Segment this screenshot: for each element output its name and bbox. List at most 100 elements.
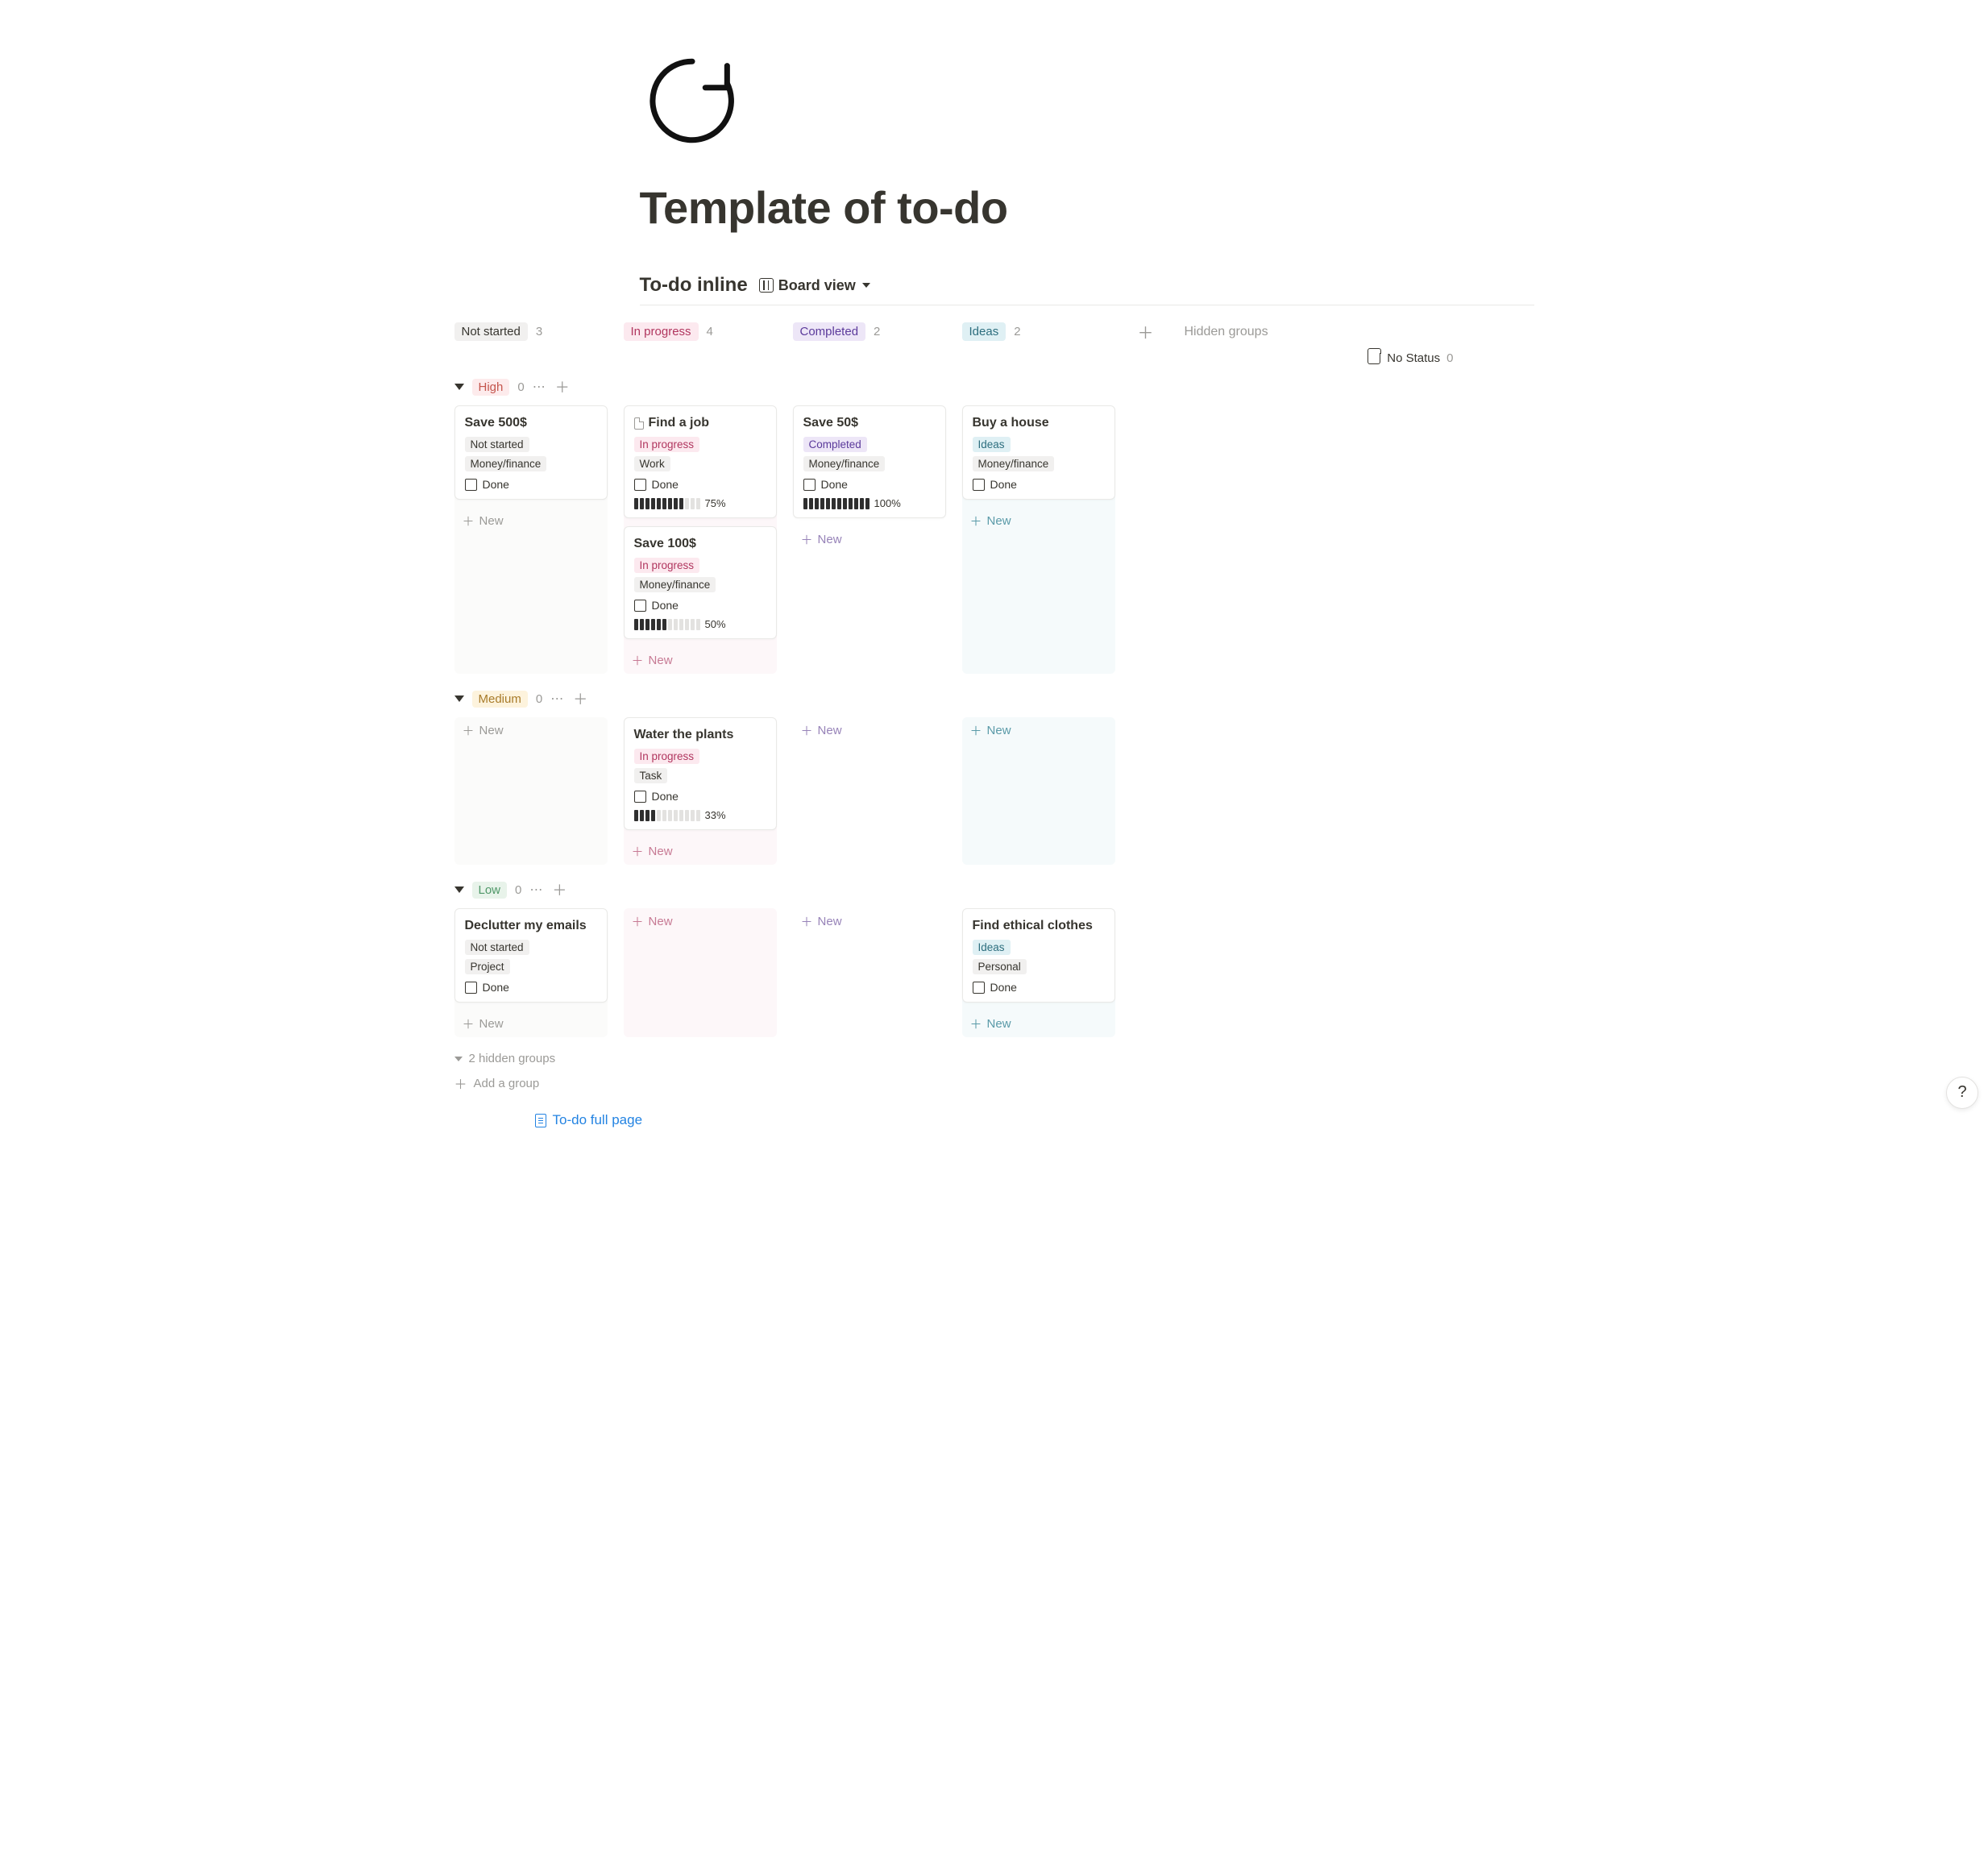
done-checkbox[interactable]: [973, 479, 985, 491]
group-collapse-toggle[interactable]: [454, 695, 464, 702]
new-card-button[interactable]: ＋New: [962, 717, 1115, 744]
new-card-button[interactable]: ＋New: [454, 508, 608, 534]
help-button[interactable]: ?: [1946, 1077, 1978, 1109]
column-pill: In progress: [624, 322, 699, 341]
plus-icon: ＋: [801, 913, 813, 930]
board-card[interactable]: Save 50$CompletedMoney/financeDone100%: [793, 405, 946, 518]
no-status-group[interactable]: No Status 0: [1368, 351, 1485, 365]
progress-bar-segment: [691, 619, 695, 630]
group-name-pill[interactable]: Low: [472, 882, 508, 899]
hidden-groups-header[interactable]: Hidden groups: [1185, 325, 1268, 339]
card-title: Buy a house: [973, 416, 1049, 430]
column-header[interactable]: In progress4: [624, 322, 777, 341]
new-card-button[interactable]: ＋New: [793, 908, 946, 935]
group-add-button[interactable]: ＋: [573, 688, 587, 709]
group-name-pill[interactable]: High: [472, 379, 510, 396]
plus-icon: ＋: [632, 843, 644, 860]
group-name-pill[interactable]: Medium: [472, 691, 528, 708]
database-title[interactable]: To-do inline: [640, 274, 748, 297]
column-header[interactable]: Ideas2: [962, 322, 1115, 341]
board-card[interactable]: Declutter my emailsNot startedProjectDon…: [454, 908, 608, 1003]
group-menu-button[interactable]: ⋯: [529, 882, 544, 898]
new-card-button[interactable]: ＋New: [624, 647, 777, 674]
hidden-groups-text: 2 hidden groups: [469, 1052, 556, 1065]
group-menu-button[interactable]: ⋯: [550, 691, 565, 707]
progress-bar-segment: [674, 498, 678, 509]
new-card-button[interactable]: ＋New: [454, 717, 608, 744]
progress-bar-segment: [645, 619, 650, 630]
hidden-groups-toggle[interactable]: 2 hidden groups: [454, 1052, 1534, 1065]
add-column-button[interactable]: ＋: [1131, 320, 1160, 343]
progress-bar-segment: [657, 619, 661, 630]
board-card[interactable]: Save 100$In progressMoney/financeDone50%: [624, 526, 777, 639]
done-checkbox[interactable]: [634, 791, 646, 803]
column-header[interactable]: Completed2: [793, 322, 946, 341]
column-header[interactable]: Not started3: [454, 322, 608, 341]
category-tag: Money/finance: [634, 577, 716, 592]
done-label: Done: [990, 981, 1017, 994]
new-card-button[interactable]: ＋New: [624, 908, 777, 935]
no-status-label: No Status: [1387, 351, 1440, 365]
new-card-button[interactable]: ＋ New: [624, 838, 777, 865]
plus-icon: ＋: [970, 1015, 982, 1032]
board-lane: ＋New: [793, 908, 946, 1037]
progress-bars: [634, 498, 700, 509]
done-checkbox[interactable]: [973, 982, 985, 994]
group-collapse-toggle[interactable]: [454, 886, 464, 893]
progress-bars: [634, 619, 700, 630]
new-label: New: [818, 724, 842, 737]
plus-icon: ＋: [463, 513, 475, 529]
new-card-button[interactable]: ＋New: [454, 1011, 608, 1037]
new-label: New: [649, 845, 673, 858]
add-group-button[interactable]: ＋ Add a group: [454, 1073, 1534, 1093]
progress-bar-segment: [685, 619, 689, 630]
progress-bar-segment: [634, 619, 638, 630]
chevron-down-icon: [454, 1057, 463, 1061]
new-label: New: [987, 1017, 1011, 1031]
done-checkbox[interactable]: [465, 479, 477, 491]
progress-bar-segment: [803, 498, 807, 509]
progress-bar-segment: [809, 498, 813, 509]
done-checkbox[interactable]: [634, 600, 646, 612]
progress-bar-segment: [668, 498, 672, 509]
todo-full-page-link[interactable]: To-do full page: [454, 1112, 1534, 1128]
board-card[interactable]: Save 500$Not startedMoney/financeDone: [454, 405, 608, 500]
new-card-button[interactable]: ＋New: [793, 717, 946, 744]
new-label: New: [987, 514, 1011, 528]
progress-bar-segment: [668, 810, 672, 821]
group-menu-button[interactable]: ⋯: [533, 379, 547, 395]
progress-bar-segment: [843, 498, 847, 509]
board-card[interactable]: Buy a houseIdeasMoney/financeDone: [962, 405, 1115, 500]
progress-bar-segment: [640, 619, 644, 630]
plus-icon: ＋: [463, 1015, 475, 1032]
done-checkbox[interactable]: [634, 479, 646, 491]
group-count: 0: [515, 883, 521, 897]
category-tag: Work: [634, 456, 670, 471]
view-switcher[interactable]: Board view: [759, 277, 870, 294]
done-checkbox[interactable]: [465, 982, 477, 994]
new-card-button[interactable]: ＋ New: [962, 1011, 1115, 1037]
board-card[interactable]: Water the plantsIn progressTaskDone33%: [624, 717, 777, 830]
group-add-button[interactable]: ＋: [555, 376, 570, 397]
progress-bar-segment: [826, 498, 830, 509]
progress-bar-segment: [832, 498, 836, 509]
done-label: Done: [483, 478, 509, 491]
progress-bar-segment: [662, 619, 666, 630]
new-card-button[interactable]: ＋ New: [962, 508, 1115, 534]
new-card-button[interactable]: ＋New: [793, 526, 946, 553]
progress-bar-segment: [645, 498, 650, 509]
status-tag: Ideas: [973, 940, 1011, 955]
progress-bar-segment: [657, 498, 661, 509]
column-pill: Not started: [454, 322, 528, 341]
new-label: New: [479, 724, 504, 737]
group-collapse-toggle[interactable]: [454, 384, 464, 390]
card-title: Find ethical clothes: [973, 919, 1093, 933]
done-label: Done: [483, 981, 509, 994]
board-card[interactable]: Find ethical clothesIdeasPersonalDone: [962, 908, 1115, 1003]
view-label: Board view: [778, 277, 856, 294]
done-checkbox[interactable]: [803, 479, 816, 491]
plus-icon: ＋: [970, 513, 982, 529]
group-add-button[interactable]: ＋: [552, 879, 567, 900]
new-label: New: [649, 915, 673, 928]
board-card[interactable]: Find a jobIn progressWorkDone75%: [624, 405, 777, 518]
